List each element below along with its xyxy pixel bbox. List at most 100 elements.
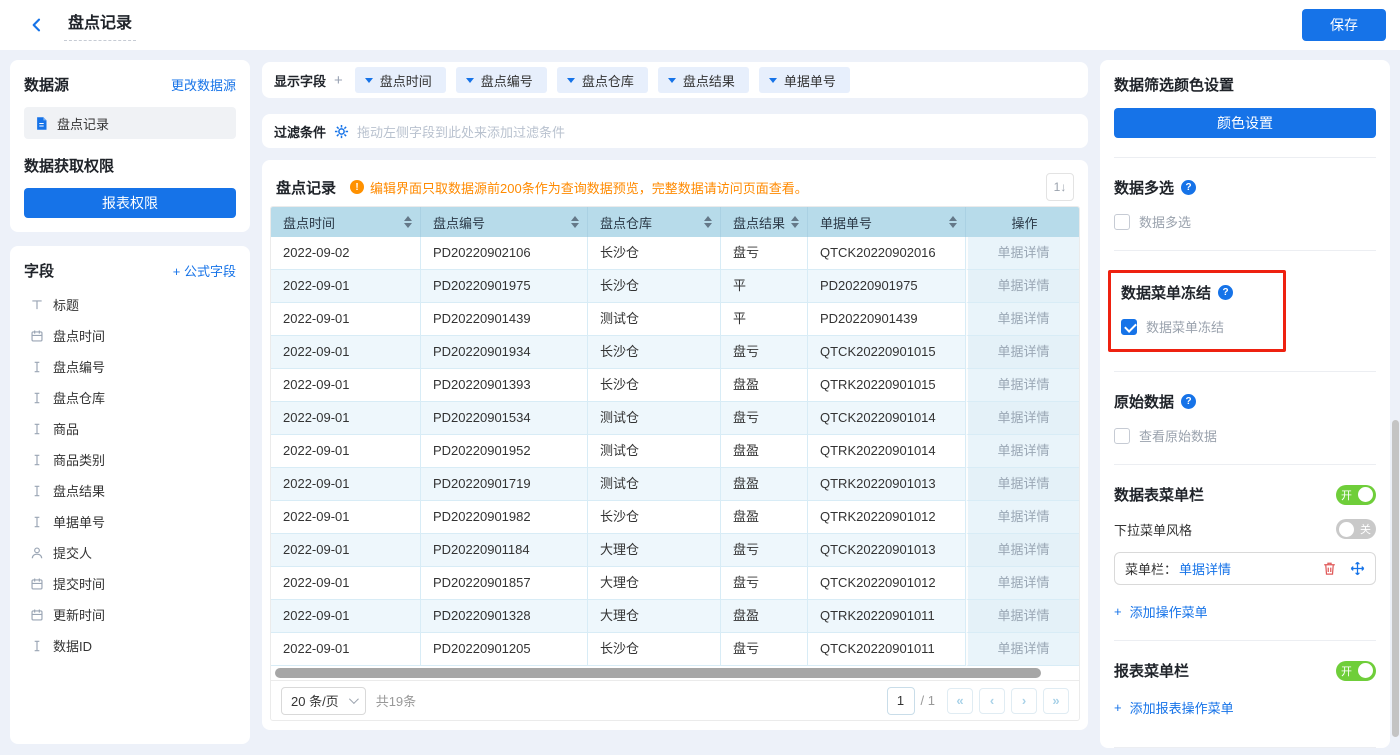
help-icon[interactable]: ? (1218, 285, 1233, 300)
table-cell: 盘亏 (721, 336, 808, 369)
field-item[interactable]: 提交时间 (24, 568, 236, 599)
raw-data-checkbox-row[interactable]: 查看原始数据 (1114, 426, 1376, 445)
field-item[interactable]: 单据单号 (24, 506, 236, 537)
table-cell: QTCK20220901015 (808, 336, 966, 369)
table-cell: 2022-09-01 (271, 270, 421, 303)
multi-select-title: 数据多选 ? (1114, 177, 1376, 198)
field-item[interactable]: 盘点时间 (24, 320, 236, 351)
last-page-button[interactable]: » (1043, 688, 1069, 714)
row-action-link[interactable]: 单据详情 (997, 567, 1049, 599)
row-action-link[interactable]: 单据详情 (997, 600, 1049, 632)
menu-freeze-checkbox-row[interactable]: 数据菜单冻结 (1121, 317, 1271, 336)
report-permission-button[interactable]: 报表权限 (24, 188, 236, 218)
menu-item-prefix: 菜单栏： (1125, 559, 1177, 578)
help-icon[interactable]: ? (1181, 394, 1196, 409)
table-cell-action: 单据详情 (966, 600, 1079, 633)
column-header[interactable]: 盘点结果 (721, 207, 808, 237)
add-action-menu-link[interactable]: + 添加操作菜单 (1114, 602, 1376, 621)
field-item[interactable]: 盘点编号 (24, 351, 236, 382)
table-cell-action: 单据详情 (966, 468, 1079, 501)
calendar-icon (30, 608, 44, 622)
row-action-link[interactable]: 单据详情 (997, 336, 1049, 368)
display-field-chip[interactable]: 盘点时间 (355, 67, 446, 93)
next-page-button[interactable]: › (1011, 688, 1037, 714)
display-field-chip[interactable]: 单据单号 (759, 67, 850, 93)
add-report-action-menu-link[interactable]: + 添加报表操作菜单 (1114, 698, 1376, 717)
table-header-row: 盘点时间盘点编号盘点仓库盘点结果单据单号操作 (271, 207, 1079, 237)
sort-icon[interactable] (949, 216, 957, 228)
table-cell: QTCK20220901011 (808, 633, 966, 666)
checkbox-unchecked[interactable] (1114, 214, 1130, 230)
help-icon[interactable]: ? (1181, 180, 1196, 195)
page-size-select[interactable]: 20 条/页 (281, 687, 366, 715)
sort-icon[interactable] (571, 216, 579, 228)
column-header[interactable]: 盘点编号 (421, 207, 588, 237)
prev-page-button[interactable]: ‹ (979, 688, 1005, 714)
color-setting-button[interactable]: 颜色设置 (1114, 108, 1376, 138)
datasource-title: 数据源 (24, 74, 69, 95)
add-formula-field-link[interactable]: + 公式字段 (173, 261, 236, 280)
dropdown-style-toggle[interactable]: 关 (1336, 519, 1376, 539)
row-action-link[interactable]: 单据详情 (997, 270, 1049, 302)
row-action-link[interactable]: 单据详情 (997, 534, 1049, 566)
field-item[interactable]: 数据ID (24, 630, 236, 661)
delete-menu-button[interactable] (1322, 561, 1337, 576)
table-cell: PD20220901534 (421, 402, 588, 435)
toggle-knob (1358, 663, 1373, 678)
display-field-chip[interactable]: 盘点仓库 (557, 67, 648, 93)
row-action-link[interactable]: 单据详情 (997, 303, 1049, 335)
field-item[interactable]: 商品类别 (24, 444, 236, 475)
field-item[interactable]: 标题 (24, 289, 236, 320)
row-action-link[interactable]: 单据详情 (997, 468, 1049, 500)
column-header[interactable]: 盘点时间 (271, 207, 421, 237)
field-item[interactable]: 提交人 (24, 537, 236, 568)
table-cell: 盘亏 (721, 633, 808, 666)
sort-icon[interactable] (791, 216, 799, 228)
raw-data-title: 原始数据 ? (1114, 391, 1376, 412)
row-action-link[interactable]: 单据详情 (997, 501, 1049, 533)
row-action-link[interactable]: 单据详情 (997, 633, 1049, 665)
page-vertical-scrollbar[interactable] (1392, 420, 1399, 737)
back-button[interactable] (26, 14, 48, 36)
datasource-item[interactable]: 盘点记录 (24, 107, 236, 139)
column-header[interactable]: 盘点仓库 (588, 207, 721, 237)
field-item[interactable]: 商品 (24, 413, 236, 444)
table-cell: 测试仓 (588, 402, 721, 435)
sort-icon[interactable] (404, 216, 412, 228)
table-cell: 平 (721, 303, 808, 336)
scrollbar-thumb[interactable] (275, 668, 1041, 678)
first-page-button[interactable]: « (947, 688, 973, 714)
display-field-chip[interactable]: 盘点编号 (456, 67, 547, 93)
checkbox-checked[interactable] (1121, 319, 1137, 335)
column-header[interactable]: 单据单号 (808, 207, 966, 237)
table-menubar-toggle[interactable]: 开 (1336, 485, 1376, 505)
menu-item-link[interactable]: 单据详情 (1179, 559, 1231, 578)
sort-order-button[interactable]: 1↓ (1046, 173, 1074, 201)
table-cell-action: 单据详情 (966, 435, 1079, 468)
divider (1114, 250, 1376, 251)
field-item[interactable]: 盘点仓库 (24, 382, 236, 413)
menu-item-row[interactable]: 菜单栏： 单据详情 (1114, 552, 1376, 585)
sort-icon[interactable] (704, 216, 712, 228)
add-display-field-button[interactable]: + (334, 72, 343, 89)
field-item[interactable]: 更新时间 (24, 599, 236, 630)
row-action-link[interactable]: 单据详情 (997, 237, 1049, 269)
display-field-chip[interactable]: 盘点结果 (658, 67, 749, 93)
multi-select-checkbox-row[interactable]: 数据多选 (1114, 212, 1376, 231)
row-action-link[interactable]: 单据详情 (997, 435, 1049, 467)
change-datasource-link[interactable]: 更改数据源 (171, 75, 236, 94)
row-action-link[interactable]: 单据详情 (997, 402, 1049, 434)
field-item[interactable]: 盘点结果 (24, 475, 236, 506)
table-cell-action: 单据详情 (966, 336, 1079, 369)
page-number-input[interactable]: 1 (887, 687, 915, 715)
column-header[interactable]: 操作 (966, 207, 1079, 237)
checkbox-unchecked[interactable] (1114, 428, 1130, 444)
report-menubar-toggle[interactable]: 开 (1336, 661, 1376, 681)
row-action-link[interactable]: 单据详情 (997, 369, 1049, 401)
table-cell: 盘盈 (721, 600, 808, 633)
table-cell: 2022-09-01 (271, 468, 421, 501)
gear-icon[interactable] (334, 124, 349, 139)
plus-icon: + (1114, 604, 1122, 619)
save-button[interactable]: 保存 (1302, 9, 1386, 41)
move-menu-button[interactable] (1350, 561, 1365, 576)
